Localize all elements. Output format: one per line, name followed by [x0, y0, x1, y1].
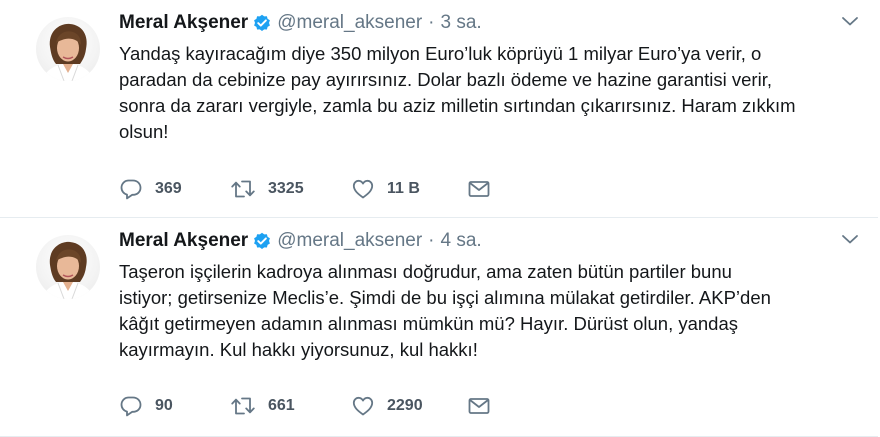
tweet-text-line: paradan da cebinize pay ayırırsınız. Dol…	[119, 69, 772, 90]
tweet-timestamp[interactable]: 4 sa.	[441, 230, 482, 252]
dm-button[interactable]	[467, 396, 491, 416]
dm-button[interactable]	[467, 179, 491, 199]
tweet-text-line: Yandaş kayıracağım diye 350 milyon Euro’…	[119, 43, 762, 64]
retweet-count: 661	[268, 397, 295, 414]
retweet-icon	[231, 397, 255, 415]
tweet-actions: 369 3325 11 B	[119, 177, 491, 201]
tweet[interactable]: Meral Akşener @meral_aksener · 3 sa. Yan…	[0, 0, 878, 218]
tweet-text: Yandaş kayıracağım diye 350 milyon Euro’…	[119, 41, 859, 145]
like-button[interactable]: 11 B	[351, 178, 467, 200]
author-name[interactable]: Meral Akşener	[119, 12, 248, 34]
chevron-down-icon[interactable]	[840, 14, 860, 28]
reply-count: 90	[155, 397, 173, 414]
tweet-header: Meral Akşener @meral_aksener · 3 sa.	[119, 10, 482, 36]
author-handle[interactable]: @meral_aksener	[277, 12, 422, 34]
reply-button[interactable]: 90	[119, 395, 230, 417]
tweet-header: Meral Akşener @meral_aksener · 4 sa.	[119, 228, 482, 254]
retweet-icon	[231, 180, 255, 198]
retweet-button[interactable]: 3325	[230, 178, 351, 200]
separator-dot: ·	[428, 12, 435, 33]
reply-icon	[120, 179, 142, 200]
tweet-text: Taşeron işçilerin kadroya alınması doğru…	[119, 259, 859, 363]
heart-icon	[352, 179, 374, 199]
tweet-text-line: istiyor; getirsenize Meclis’e. Şimdi de …	[119, 287, 771, 308]
timeline: Meral Akşener @meral_aksener · 3 sa. Yan…	[0, 0, 880, 437]
avatar[interactable]	[36, 235, 100, 299]
tweet-text-line: Taşeron işçilerin kadroya alınması doğru…	[119, 261, 732, 282]
tweet[interactable]: Meral Akşener @meral_aksener · 4 sa. Taş…	[0, 218, 878, 437]
heart-icon	[352, 396, 374, 416]
tweet-text-line: kayırmayın. Kul hakkı yiyorsunuz, kul ha…	[119, 339, 478, 360]
like-button[interactable]: 2290	[351, 395, 467, 417]
chevron-down-icon[interactable]	[840, 232, 860, 246]
verified-badge-icon	[253, 14, 271, 32]
envelope-icon	[468, 398, 490, 414]
tweet-timestamp[interactable]: 3 sa.	[441, 12, 482, 34]
author-name[interactable]: Meral Akşener	[119, 230, 248, 252]
reply-icon	[120, 396, 142, 417]
tweet-text-line: olsun!	[119, 121, 169, 142]
author-handle[interactable]: @meral_aksener	[277, 230, 422, 252]
like-count: 11 B	[387, 180, 420, 197]
reply-count: 369	[155, 180, 182, 197]
retweet-count: 3325	[268, 180, 304, 197]
retweet-button[interactable]: 661	[230, 395, 351, 417]
separator-dot: ·	[428, 230, 435, 251]
tweet-text-line: kâğıt getirmeyen adamın alınması mümkün …	[119, 313, 739, 334]
reply-button[interactable]: 369	[119, 178, 230, 200]
verified-badge-icon	[253, 232, 271, 250]
tweet-actions: 90 661 2290	[119, 394, 491, 418]
avatar[interactable]	[36, 17, 100, 81]
tweet-text-line: sonra da zararı vergiyle, zamla bu aziz …	[119, 95, 796, 116]
like-count: 2290	[387, 397, 423, 414]
envelope-icon	[468, 181, 490, 197]
